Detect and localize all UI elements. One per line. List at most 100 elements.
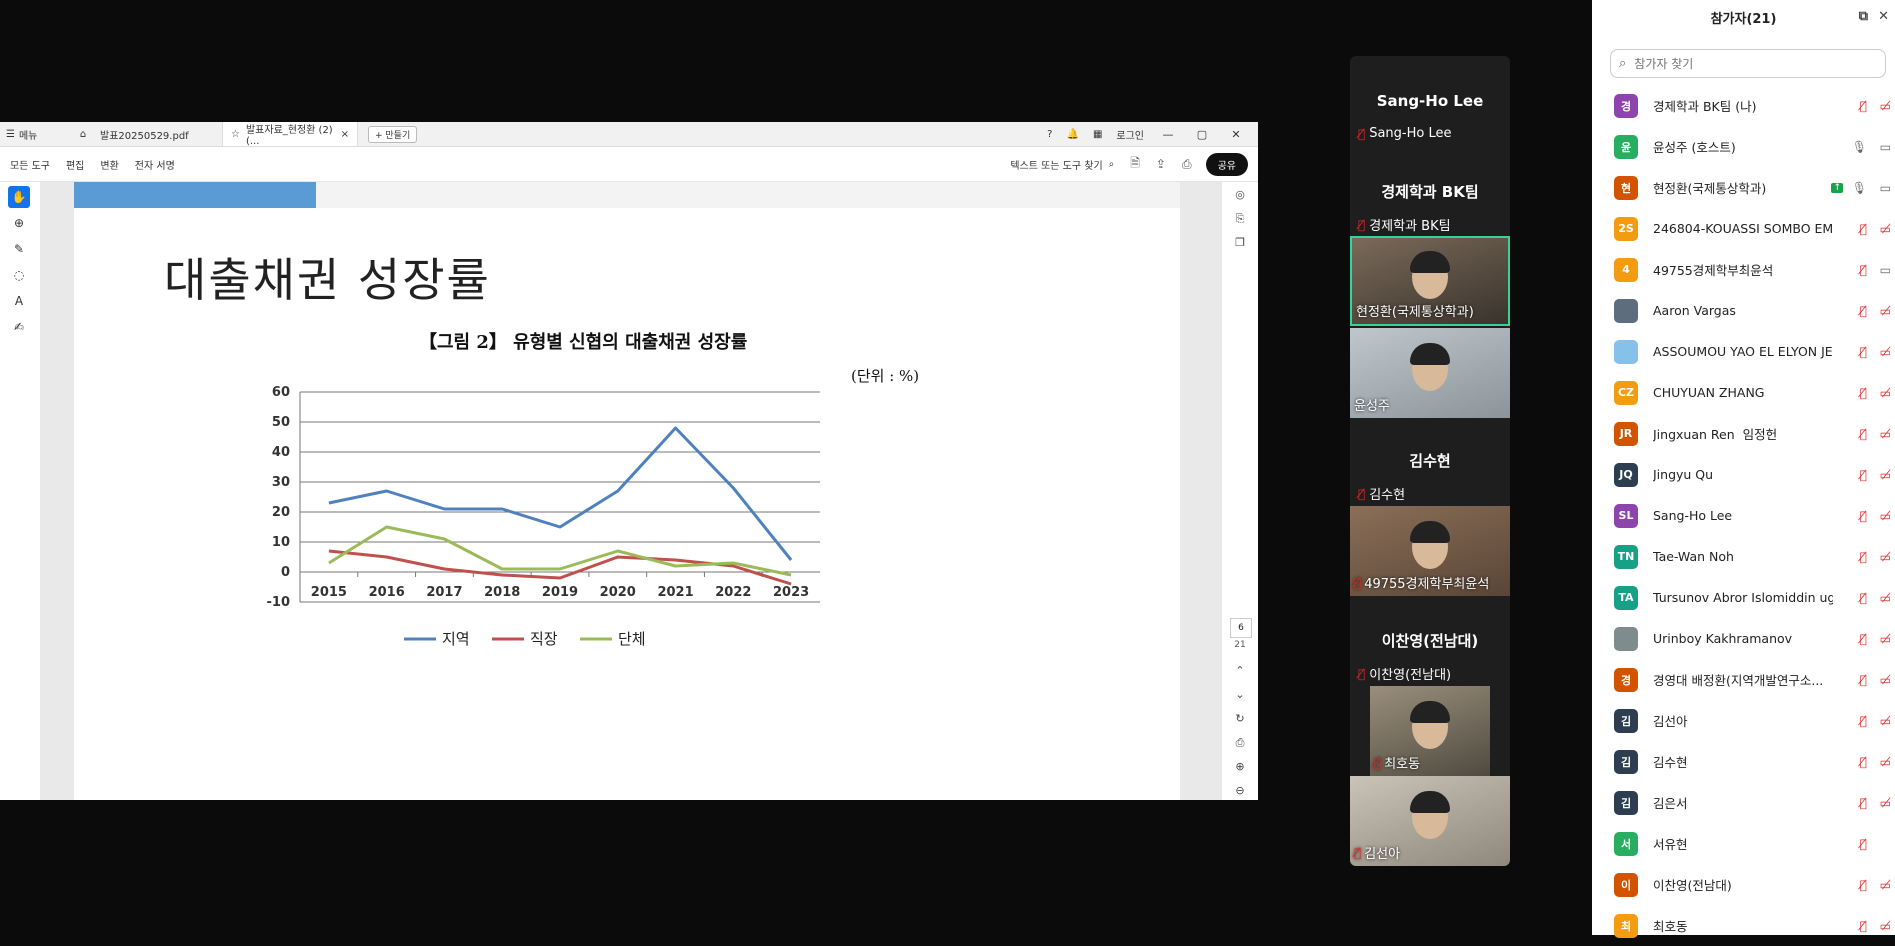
video-off-icon[interactable]: ▭̸	[1880, 755, 1891, 769]
participant-row[interactable]: ASSOUMOU YAO EL ELYON JEA...🎙̸▭̸	[1592, 331, 1895, 372]
video-off-icon[interactable]: ▭̸	[1880, 591, 1891, 605]
video-off-icon[interactable]: ▭̸	[1880, 468, 1891, 482]
participant-search-input[interactable]	[1632, 56, 1866, 72]
participant-row[interactable]: 449755경제학부최윤석🎙̸▭	[1592, 249, 1895, 290]
video-off-icon[interactable]: ▭̸	[1880, 550, 1891, 564]
mic-muted-icon[interactable]: 🎙̸	[1860, 468, 1867, 482]
close-window-icon[interactable]: ✕	[1226, 128, 1246, 141]
video-off-icon[interactable]: ▭̸	[1880, 714, 1891, 728]
mic-muted-icon[interactable]: 🎙̸	[1860, 714, 1867, 728]
video-off-icon[interactable]: ▭̸	[1880, 386, 1891, 400]
print-icon[interactable]: ⎙	[1182, 157, 1192, 172]
maximize-icon[interactable]: ▢	[1192, 128, 1212, 141]
login-link[interactable]: 로그인	[1116, 127, 1144, 142]
video-off-icon[interactable]: ▭̸	[1880, 796, 1891, 810]
participant-row[interactable]: TNTae-Wan Noh🎙̸▭̸	[1592, 536, 1895, 577]
esign-menu[interactable]: 전자 서명	[135, 157, 175, 172]
video-off-icon[interactable]: ▭̸	[1880, 878, 1891, 892]
mic-muted-icon[interactable]: 🎙̸	[1860, 222, 1867, 236]
video-off-icon[interactable]: ▭̸	[1880, 632, 1891, 646]
new-tab-button[interactable]: + 만들기	[368, 126, 417, 143]
comment-icon[interactable]: ◎	[1231, 188, 1249, 206]
mic-muted-icon[interactable]: 🎙̸	[1860, 550, 1867, 564]
video-icon[interactable]: ▭	[1880, 263, 1891, 277]
bookmark-icon[interactable]: ⎘	[1231, 212, 1249, 230]
mic-muted-icon[interactable]: 🎙̸	[1860, 263, 1867, 277]
mic-icon[interactable]: 🎙	[1852, 181, 1867, 195]
pen-tool-icon[interactable]: ✎	[8, 238, 30, 260]
participant-row[interactable]: 경경제학과 BK팀 (나)🎙̸▭̸	[1592, 85, 1895, 126]
video-tile[interactable]: 윤성주	[1350, 328, 1510, 418]
menu-button[interactable]: ☰메뉴	[0, 127, 74, 142]
video-tile[interactable]: 🎙̸49755경제학부최윤석	[1350, 506, 1510, 596]
participant-row[interactable]: 윤윤성주 (호스트)🎙▭	[1592, 126, 1895, 167]
document-area[interactable]: 대출채권 성장률 【그림 2】 유형별 신협의 대출채권 성장률 (단위 : %…	[40, 182, 1222, 800]
participant-row[interactable]: 서서유현🎙̸	[1592, 823, 1895, 864]
participant-row[interactable]: TATursunov Abror Islomiddin ugli🎙̸▭̸	[1592, 577, 1895, 618]
upload-cloud-icon[interactable]: ⇪	[1156, 157, 1166, 171]
mic-muted-icon[interactable]: 🎙̸	[1860, 878, 1867, 892]
screen-share-icon[interactable]: ↑	[1831, 183, 1843, 193]
video-off-icon[interactable]: ▭̸	[1880, 509, 1891, 523]
video-off-icon[interactable]: ▭̸	[1880, 673, 1891, 687]
mic-muted-icon[interactable]: 🎙̸	[1860, 837, 1867, 851]
close-icon[interactable]: ✕	[1878, 9, 1889, 24]
participant-row[interactable]: 김김수현🎙̸▭̸	[1592, 741, 1895, 782]
video-tile[interactable]: 현정환(국제통상학과)	[1350, 236, 1510, 326]
share-button[interactable]: 공유	[1206, 153, 1248, 176]
pages-icon[interactable]: ❐	[1231, 236, 1249, 254]
page-fit-icon[interactable]: ⎙	[1231, 736, 1249, 754]
video-icon[interactable]: ▭	[1880, 140, 1891, 154]
zoom-in-icon[interactable]: ⊕	[1231, 760, 1249, 778]
convert-menu[interactable]: 변환	[100, 157, 118, 172]
search-icon[interactable]: ⌕	[1109, 159, 1115, 170]
bell-icon[interactable]: 🔔	[1066, 129, 1078, 140]
participant-row[interactable]: Aaron Vargas🎙̸▭̸	[1592, 290, 1895, 331]
all-tools-menu[interactable]: 모든 도구	[10, 157, 50, 172]
mic-muted-icon[interactable]: 🎙̸	[1860, 427, 1867, 441]
mic-muted-icon[interactable]: 🎙̸	[1860, 345, 1867, 359]
participant-row[interactable]: 이이찬영(전남대)🎙̸▭̸	[1592, 864, 1895, 905]
prev-page-icon[interactable]: ⌃	[1231, 664, 1249, 682]
mic-muted-icon[interactable]: 🎙̸	[1860, 386, 1867, 400]
video-tile[interactable]: 🎙̸최호동	[1370, 686, 1490, 776]
video-off-icon[interactable]: ▭̸	[1880, 99, 1891, 113]
video-off-icon[interactable]: ▭̸	[1880, 345, 1891, 359]
video-icon[interactable]: ▭	[1880, 181, 1891, 195]
mic-muted-icon[interactable]: 🎙̸	[1860, 99, 1867, 113]
zoom-tool-icon[interactable]: ⊕	[8, 212, 30, 234]
participant-row[interactable]: JRJingxuan Ren임정헌🎙̸▭̸	[1592, 413, 1895, 454]
video-tile[interactable]: 🎙̸김선아	[1350, 776, 1510, 866]
mic-muted-icon[interactable]: 🎙̸	[1860, 919, 1867, 933]
popout-icon[interactable]: ⧉	[1859, 9, 1868, 24]
participant-row[interactable]: 2S246804-KOUASSI SOMBO EMM...🎙̸▭̸	[1592, 208, 1895, 249]
mic-muted-icon[interactable]: 🎙̸	[1860, 509, 1867, 523]
participant-row[interactable]: 경경영대 배정환(지역개발연구소...🎙̸▭̸	[1592, 659, 1895, 700]
video-off-icon[interactable]: ▭̸	[1880, 222, 1891, 236]
save-icon[interactable]: 🗎	[1130, 154, 1140, 175]
apps-grid-icon[interactable]: ▦	[1093, 129, 1102, 140]
participant-row[interactable]: JQJingyu Qu🎙̸▭̸	[1592, 454, 1895, 495]
participant-row[interactable]: 김김은서🎙̸▭̸	[1592, 782, 1895, 823]
tab-document-2[interactable]: ☆ 발표자료_현정환 (2) (... ×	[222, 122, 358, 146]
mic-icon[interactable]: 🎙	[1852, 140, 1867, 154]
close-tab-icon[interactable]: ×	[341, 129, 349, 140]
tab-document-1[interactable]: 발표20250529.pdf	[92, 122, 222, 146]
participant-row[interactable]: 김김선아🎙̸▭̸	[1592, 700, 1895, 741]
participant-row[interactable]: Urinboy Kakhramanov🎙̸▭̸	[1592, 618, 1895, 659]
video-off-icon[interactable]: ▭̸	[1880, 427, 1891, 441]
edit-menu[interactable]: 편집	[66, 157, 84, 172]
find-tools-field[interactable]: 텍스트 또는 도구 찾기	[1010, 157, 1102, 172]
zoom-out-icon[interactable]: ⊖	[1231, 784, 1249, 802]
mic-muted-icon[interactable]: 🎙̸	[1860, 673, 1867, 687]
participant-row[interactable]: 최최호동🎙̸▭̸	[1592, 905, 1895, 946]
video-off-icon[interactable]: ▭̸	[1880, 304, 1891, 318]
star-icon[interactable]: ☆	[231, 129, 240, 140]
mic-muted-icon[interactable]: 🎙̸	[1860, 632, 1867, 646]
participant-row[interactable]: 현현정환(국제통상학과)↑🎙▭	[1592, 167, 1895, 208]
next-page-icon[interactable]: ⌄	[1231, 688, 1249, 706]
text-box-tool-icon[interactable]: A	[8, 290, 30, 312]
mic-muted-icon[interactable]: 🎙̸	[1860, 755, 1867, 769]
page-number-field[interactable]: 6	[1230, 618, 1252, 638]
hand-tool-icon[interactable]: ✋	[8, 186, 30, 208]
